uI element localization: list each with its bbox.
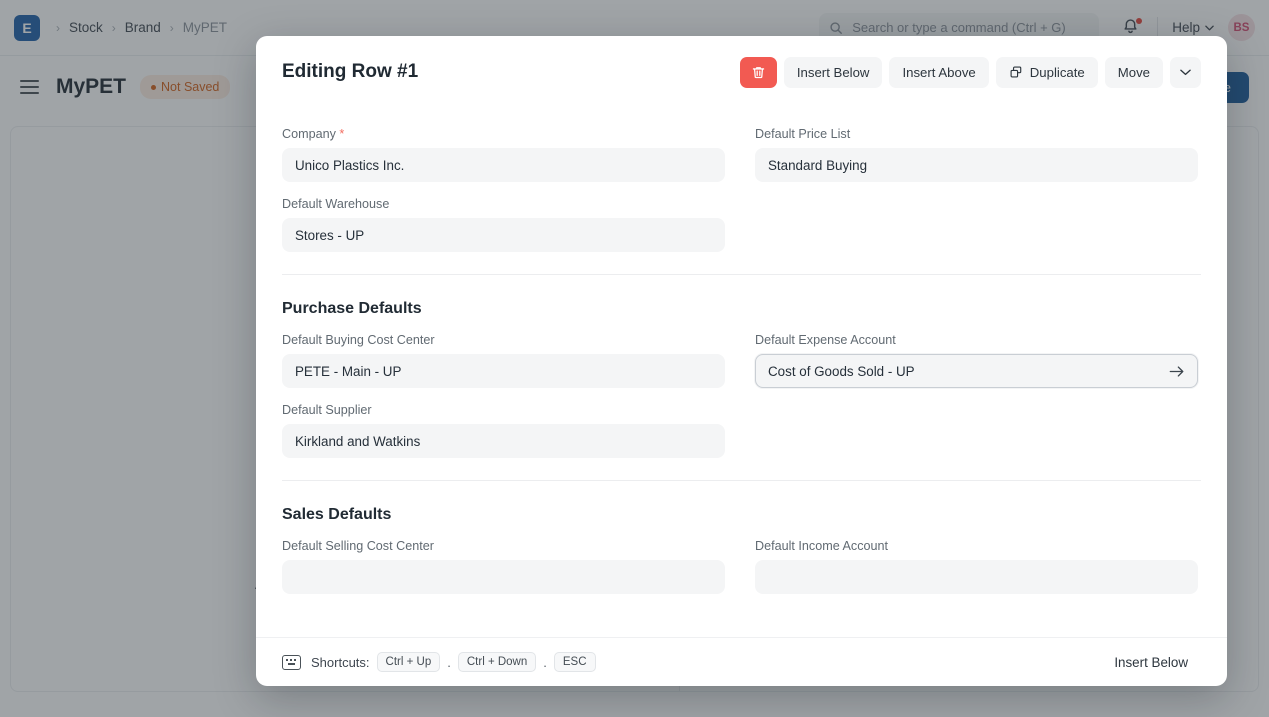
field-company: Company * Unico Plastics Inc.	[282, 127, 725, 182]
company-input[interactable]: Unico Plastics Inc.	[282, 148, 725, 182]
shortcut-separator: .	[543, 655, 547, 670]
company-value: Unico Plastics Inc.	[295, 158, 404, 173]
copy-icon	[1009, 65, 1023, 79]
insert-below-button[interactable]: Insert Below	[784, 57, 883, 88]
more-actions-button[interactable]	[1170, 57, 1201, 88]
default-supplier-value: Kirkland and Watkins	[295, 434, 420, 449]
field-default-expense-account: Default Expense Account Cost of Goods So…	[755, 333, 1198, 388]
shortcut-key-ctrl-up: Ctrl + Up	[377, 652, 441, 672]
field-label-default-selling-cost-center: Default Selling Cost Center	[282, 539, 725, 553]
section-purchase-defaults: Purchase Defaults Default Buying Cost Ce…	[282, 275, 1201, 458]
field-default-income-account: Default Income Account	[755, 539, 1198, 594]
section-title-sales-defaults: Sales Defaults	[282, 506, 1201, 524]
field-default-warehouse: Default Warehouse Stores - UP	[282, 197, 725, 252]
default-warehouse-input[interactable]: Stores - UP	[282, 218, 725, 252]
field-label-text: Company	[282, 127, 336, 141]
duplicate-button[interactable]: Duplicate	[996, 57, 1098, 88]
field-label-default-income-account: Default Income Account	[755, 539, 1198, 553]
field-label-default-expense-account: Default Expense Account	[755, 333, 1198, 347]
trash-icon	[751, 65, 766, 80]
dialog-header: Editing Row #1 Insert Below Insert Above	[256, 36, 1227, 108]
arrow-right-icon[interactable]	[1169, 365, 1185, 378]
insert-above-button[interactable]: Insert Above	[889, 57, 988, 88]
field-label-default-warehouse: Default Warehouse	[282, 197, 725, 211]
dialog-toolbar: Insert Below Insert Above Duplicate Move	[740, 57, 1201, 88]
default-expense-account-value: Cost of Goods Sold - UP	[768, 364, 915, 379]
field-label-default-price-list: Default Price List	[755, 127, 1198, 141]
field-label-company: Company *	[282, 127, 725, 141]
edit-row-dialog: Editing Row #1 Insert Below Insert Above	[256, 36, 1227, 686]
shortcut-key-ctrl-down: Ctrl + Down	[458, 652, 536, 672]
field-default-supplier: Default Supplier Kirkland and Watkins	[282, 403, 725, 458]
section-title-purchase-defaults: Purchase Defaults	[282, 300, 1201, 318]
default-price-list-value: Standard Buying	[768, 158, 867, 173]
default-selling-cost-center-input[interactable]	[282, 560, 725, 594]
field-label-default-buying-cost-center: Default Buying Cost Center	[282, 333, 725, 347]
section-general: Company * Unico Plastics Inc. Default Pr…	[282, 108, 1201, 252]
duplicate-label: Duplicate	[1030, 65, 1085, 80]
required-indicator: *	[336, 127, 344, 141]
move-button[interactable]: Move	[1105, 57, 1163, 88]
dialog-footer: Shortcuts: Ctrl + Up . Ctrl + Down . ESC…	[256, 637, 1227, 686]
delete-row-button[interactable]	[740, 57, 777, 88]
section-sales-defaults: Sales Defaults Default Selling Cost Cent…	[282, 481, 1201, 594]
default-expense-account-input[interactable]: Cost of Goods Sold - UP	[755, 354, 1198, 388]
default-buying-cost-center-value: PETE - Main - UP	[295, 364, 401, 379]
shortcut-key-esc: ESC	[554, 652, 596, 672]
default-warehouse-value: Stores - UP	[295, 228, 364, 243]
field-default-selling-cost-center: Default Selling Cost Center	[282, 539, 725, 594]
chevron-down-icon	[1180, 69, 1191, 76]
keyboard-icon	[282, 655, 301, 670]
default-buying-cost-center-input[interactable]: PETE - Main - UP	[282, 354, 725, 388]
shortcuts-label: Shortcuts:	[311, 655, 370, 670]
shortcuts-hint: Shortcuts: Ctrl + Up . Ctrl + Down . ESC	[282, 652, 596, 672]
default-income-account-input[interactable]	[755, 560, 1198, 594]
default-price-list-input[interactable]: Standard Buying	[755, 148, 1198, 182]
dialog-title: Editing Row #1	[282, 61, 418, 83]
field-default-price-list: Default Price List Standard Buying	[755, 127, 1198, 182]
footer-insert-below-button[interactable]: Insert Below	[1101, 648, 1201, 677]
default-supplier-input[interactable]: Kirkland and Watkins	[282, 424, 725, 458]
shortcut-separator: .	[447, 655, 451, 670]
field-default-buying-cost-center: Default Buying Cost Center PETE - Main -…	[282, 333, 725, 388]
field-label-default-supplier: Default Supplier	[282, 403, 725, 417]
dialog-body: Company * Unico Plastics Inc. Default Pr…	[256, 108, 1227, 637]
